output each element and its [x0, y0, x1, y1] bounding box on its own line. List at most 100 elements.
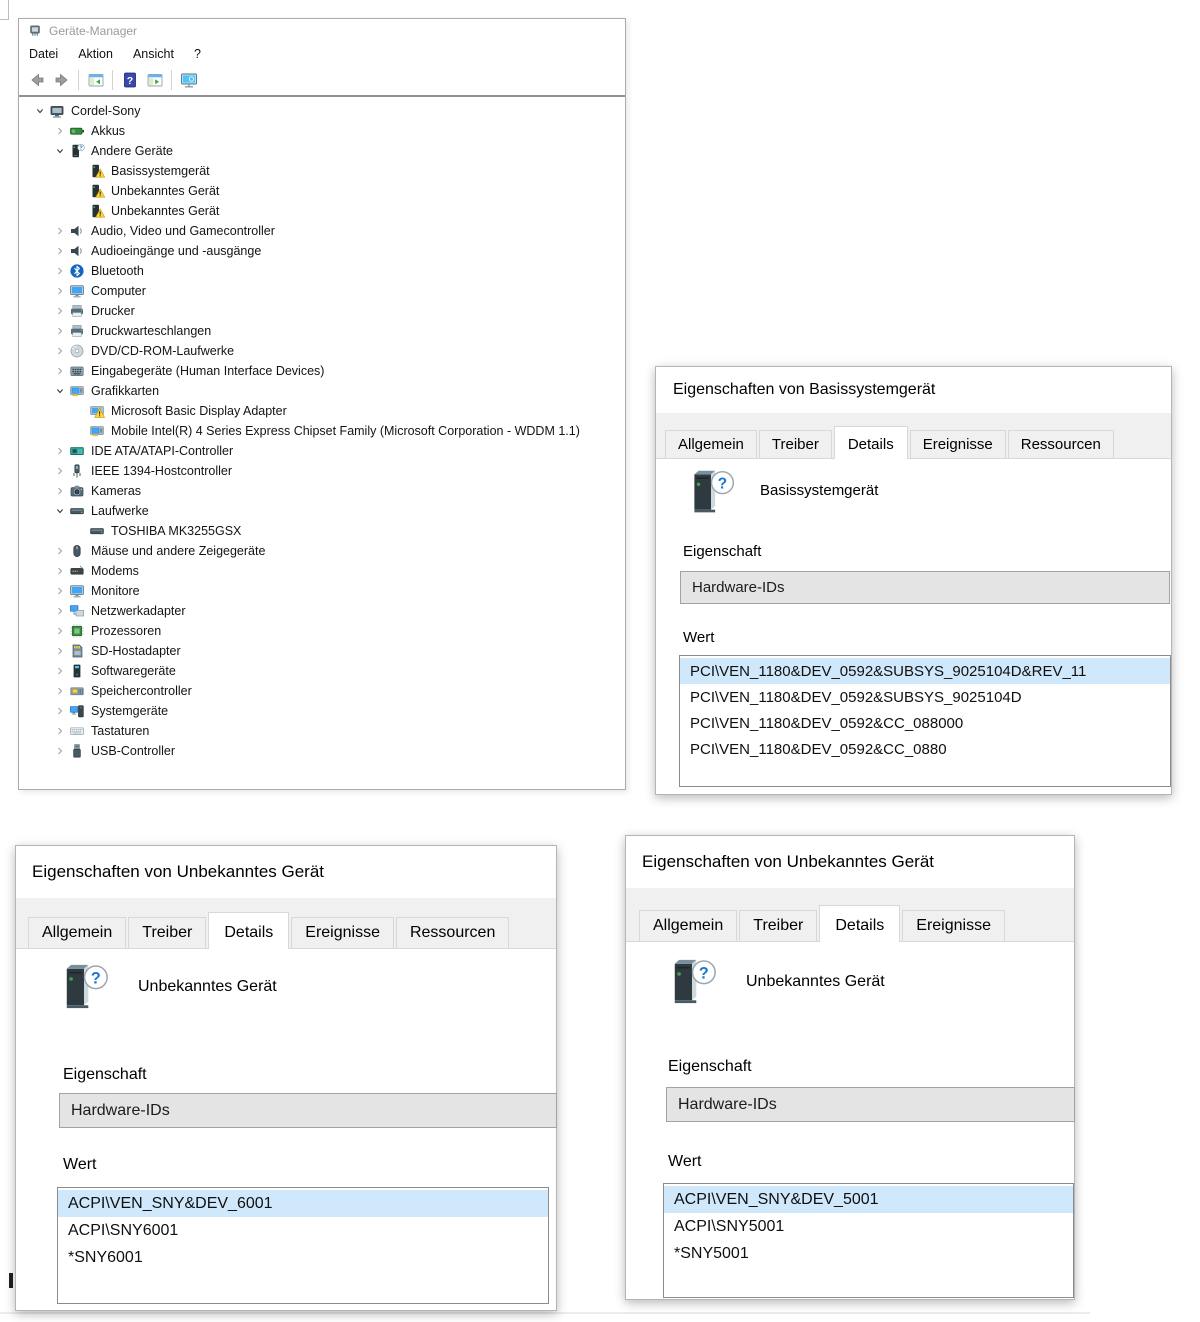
tab-allgemein[interactable]: Allgemein: [28, 917, 126, 948]
menu-help[interactable]: ?: [194, 47, 201, 61]
tree-item-andere-geraete[interactable]: Andere Geräte: [19, 141, 625, 161]
dialog-titlebar[interactable]: Eigenschaften von Unbekanntes Gerät: [16, 846, 556, 898]
tab-ereignisse[interactable]: Ereignisse: [910, 430, 1006, 458]
tree-item-dvd-cdrom[interactable]: DVD/CD-ROM-Laufwerke: [19, 341, 625, 361]
tree-item-kameras[interactable]: Kameras: [19, 481, 625, 501]
chevron-right-icon[interactable]: [51, 543, 69, 559]
tree-item-netzwerkadapter[interactable]: Netzwerkadapter: [19, 601, 625, 621]
chevron-right-icon[interactable]: [51, 123, 69, 139]
tree-item-bluetooth[interactable]: Bluetooth: [19, 261, 625, 281]
property-combobox[interactable]: Hardware-IDs: [680, 571, 1170, 604]
tree-item-tastaturen[interactable]: Tastaturen: [19, 721, 625, 741]
value-item[interactable]: PCI\VEN_1180&DEV_0592&SUBSYS_9025104D: [680, 684, 1170, 710]
value-item[interactable]: *SNY6001: [58, 1244, 548, 1271]
chevron-right-icon[interactable]: [51, 323, 69, 339]
tab-ressourcen[interactable]: Ressourcen: [1008, 430, 1114, 458]
value-item[interactable]: *SNY5001: [664, 1240, 1073, 1267]
tree-item-laufwerke[interactable]: Laufwerke: [19, 501, 625, 521]
tree-item-ms-basic-display[interactable]: Microsoft Basic Display Adapter: [19, 401, 625, 421]
chevron-right-icon[interactable]: [51, 483, 69, 499]
chevron-right-icon[interactable]: [51, 723, 69, 739]
tree-item-eingabegeraete[interactable]: Eingabegeräte (Human Interface Devices): [19, 361, 625, 381]
tree-item-unbekanntes-geraet-2[interactable]: Unbekanntes Gerät: [19, 201, 625, 221]
chevron-right-icon[interactable]: [51, 563, 69, 579]
tab-allgemein[interactable]: Allgemein: [639, 910, 737, 941]
value-item-selected[interactable]: ACPI\VEN_SNY&DEV_6001: [58, 1190, 548, 1217]
value-item[interactable]: PCI\VEN_1180&DEV_0592&CC_0880: [680, 736, 1170, 762]
menu-ansicht[interactable]: Ansicht: [133, 47, 174, 61]
tab-ereignisse[interactable]: Ereignisse: [291, 917, 394, 948]
tree-item-druckwarteschlangen[interactable]: Druckwarteschlangen: [19, 321, 625, 341]
chevron-right-icon[interactable]: [51, 583, 69, 599]
chevron-right-icon[interactable]: [51, 263, 69, 279]
tab-ereignisse[interactable]: Ereignisse: [902, 910, 1005, 941]
chevron-down-icon[interactable]: [51, 383, 69, 399]
tree-item-speichercontroller[interactable]: Speichercontroller: [19, 681, 625, 701]
menu-aktion[interactable]: Aktion: [78, 47, 113, 61]
tree-item-ide-ata[interactable]: IDE ATA/ATAPI-Controller: [19, 441, 625, 461]
chevron-right-icon[interactable]: [51, 623, 69, 639]
tree-item-audio-video-gamecontroller[interactable]: Audio, Video und Gamecontroller: [19, 221, 625, 241]
tree-item-akkus[interactable]: Akkus: [19, 121, 625, 141]
chevron-right-icon[interactable]: [51, 223, 69, 239]
tree-item-monitore[interactable]: Monitore: [19, 581, 625, 601]
tree-item-drucker[interactable]: Drucker: [19, 301, 625, 321]
tree-item-modems[interactable]: Modems: [19, 561, 625, 581]
value-item-selected[interactable]: PCI\VEN_1180&DEV_0592&SUBSYS_9025104D&RE…: [680, 658, 1170, 684]
tree-item-basissystemgeraet[interactable]: Basissystemgerät: [19, 161, 625, 181]
help-button[interactable]: [117, 68, 142, 92]
back-button[interactable]: [24, 68, 49, 92]
value-list[interactable]: ACPI\VEN_SNY&DEV_5001 ACPI\SNY5001 *SNY5…: [663, 1183, 1074, 1298]
tree-item-mobile-intel[interactable]: Mobile Intel(R) 4 Series Express Chipset…: [19, 421, 625, 441]
tab-treiber[interactable]: Treiber: [739, 910, 817, 941]
tree-item-usb-controller[interactable]: USB-Controller: [19, 741, 625, 761]
tree-item-maeuse[interactable]: Mäuse und andere Zeigegeräte: [19, 541, 625, 561]
tree-item-unbekanntes-geraet-1[interactable]: Unbekanntes Gerät: [19, 181, 625, 201]
tree-item-softwaregeraete[interactable]: Softwaregeräte: [19, 661, 625, 681]
chevron-down-icon[interactable]: [31, 103, 49, 119]
value-item[interactable]: PCI\VEN_1180&DEV_0592&CC_088000: [680, 710, 1170, 736]
chevron-right-icon[interactable]: [51, 643, 69, 659]
property-combobox[interactable]: Hardware-IDs: [59, 1093, 557, 1128]
chevron-right-icon[interactable]: [51, 703, 69, 719]
tab-details[interactable]: Details: [819, 905, 900, 942]
chevron-right-icon[interactable]: [51, 743, 69, 759]
chevron-right-icon[interactable]: [51, 243, 69, 259]
chevron-right-icon[interactable]: [51, 303, 69, 319]
tree-item-grafikkarten[interactable]: Grafikkarten: [19, 381, 625, 401]
window-titlebar[interactable]: Geräte-Manager: [19, 19, 625, 43]
property-combobox[interactable]: Hardware-IDs: [666, 1087, 1075, 1122]
tree-item-audioeingaenge[interactable]: Audioeingänge und -ausgänge: [19, 241, 625, 261]
value-item[interactable]: ACPI\SNY6001: [58, 1217, 548, 1244]
console-tree-button[interactable]: [83, 68, 108, 92]
devices-view-button[interactable]: [176, 68, 201, 92]
value-list[interactable]: ACPI\VEN_SNY&DEV_6001 ACPI\SNY6001 *SNY6…: [57, 1187, 549, 1304]
chevron-right-icon[interactable]: [51, 283, 69, 299]
menu-datei[interactable]: Datei: [29, 47, 58, 61]
dialog-titlebar[interactable]: Eigenschaften von Basissystemgerät: [656, 367, 1171, 413]
chevron-right-icon[interactable]: [51, 463, 69, 479]
tree-item-prozessoren[interactable]: Prozessoren: [19, 621, 625, 641]
dialog-titlebar[interactable]: Eigenschaften von Unbekanntes Gerät: [626, 836, 1074, 888]
chevron-right-icon[interactable]: [51, 603, 69, 619]
tree-item-toshiba[interactable]: TOSHIBA MK3255GSX: [19, 521, 625, 541]
forward-button[interactable]: [49, 68, 74, 92]
action-pane-button[interactable]: [142, 68, 167, 92]
chevron-right-icon[interactable]: [51, 343, 69, 359]
tab-details[interactable]: Details: [208, 912, 289, 949]
tree-item-systemgeraete[interactable]: Systemgeräte: [19, 701, 625, 721]
chevron-down-icon[interactable]: [51, 503, 69, 519]
tree-item-cordel-sony[interactable]: Cordel-Sony: [19, 101, 625, 121]
chevron-right-icon[interactable]: [51, 443, 69, 459]
tab-treiber[interactable]: Treiber: [128, 917, 206, 948]
tab-allgemein[interactable]: Allgemein: [665, 430, 757, 458]
value-item-selected[interactable]: ACPI\VEN_SNY&DEV_5001: [664, 1186, 1073, 1213]
value-list[interactable]: PCI\VEN_1180&DEV_0592&SUBSYS_9025104D&RE…: [679, 655, 1171, 787]
tab-details[interactable]: Details: [834, 426, 908, 459]
chevron-right-icon[interactable]: [51, 663, 69, 679]
chevron-right-icon[interactable]: [51, 683, 69, 699]
chevron-down-icon[interactable]: [51, 143, 69, 159]
tree-item-ieee-1394[interactable]: IEEE 1394-Hostcontroller: [19, 461, 625, 481]
chevron-right-icon[interactable]: [51, 363, 69, 379]
tree-item-computer[interactable]: Computer: [19, 281, 625, 301]
